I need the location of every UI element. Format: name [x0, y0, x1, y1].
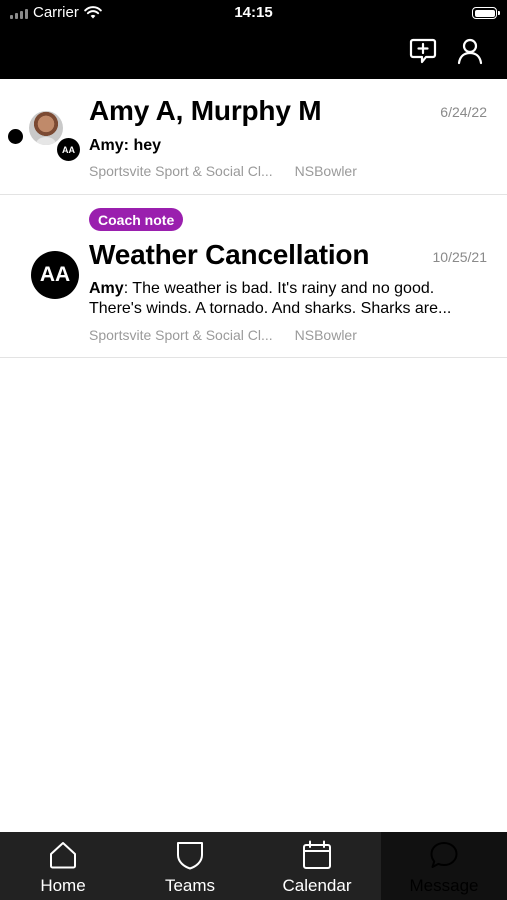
- conversation-meta: Sportsvite Sport & Social Cl... NSBowler: [89, 327, 357, 343]
- tab-calendar[interactable]: Calendar: [254, 832, 380, 900]
- tab-bar: Home Teams Calendar Message: [0, 832, 507, 900]
- new-message-icon[interactable]: [408, 36, 438, 66]
- calendar-icon: [303, 840, 331, 869]
- preview-sender: Amy:: [89, 137, 130, 154]
- conversation-preview: Amy: The weather is bad. It's rainy and …: [89, 279, 489, 319]
- team-name: Sportsvite Sport & Social Cl...: [89, 163, 273, 179]
- preview-sender: Amy: [89, 280, 124, 297]
- team-name: Sportsvite Sport & Social Cl...: [89, 327, 273, 343]
- conversation-title: Amy A, Murphy M: [89, 95, 322, 126]
- top-bar: Carrier 14:15: [0, 0, 507, 79]
- author-name: NSBowler: [294, 163, 357, 179]
- conversation-title: Weather Cancellation: [89, 239, 370, 270]
- tab-home[interactable]: Home: [0, 832, 126, 900]
- preview-text: hey: [129, 137, 162, 154]
- preview-text: : The weather is bad. It's rainy and no …: [89, 280, 452, 317]
- conversation-item[interactable]: AA Amy A, Murphy M 6/24/22 Amy: hey Spor…: [0, 79, 507, 195]
- tab-label: Message: [409, 876, 479, 895]
- conversation-preview: Amy: hey: [89, 136, 489, 156]
- avatar: [29, 111, 63, 145]
- tab-label: Teams: [164, 876, 216, 895]
- battery-icon: [472, 7, 500, 19]
- status-bar: Carrier 14:15: [0, 0, 507, 28]
- status-time: 14:15: [234, 4, 273, 21]
- message-icon: [430, 842, 458, 868]
- unread-indicator: [8, 129, 23, 144]
- coach-note-badge: Coach note: [89, 208, 184, 231]
- tab-teams[interactable]: Teams: [127, 832, 253, 900]
- conversation-meta: Sportsvite Sport & Social Cl... NSBowler: [89, 163, 357, 179]
- shield-icon: [177, 842, 203, 870]
- avatar-initials: AA: [31, 251, 79, 299]
- tab-message[interactable]: Message: [381, 832, 507, 900]
- conversation-date: 10/25/21: [432, 249, 488, 265]
- conversation-item[interactable]: Coach note AA Weather Cancellation 10/25…: [0, 195, 507, 358]
- author-name: NSBowler: [294, 327, 357, 343]
- avatar-initials: AA: [56, 137, 81, 162]
- home-icon: [50, 842, 76, 869]
- conversation-date: 6/24/22: [440, 104, 487, 120]
- tab-label: Calendar: [282, 876, 352, 895]
- tab-label: Home: [40, 876, 86, 895]
- profile-icon[interactable]: [455, 36, 485, 66]
